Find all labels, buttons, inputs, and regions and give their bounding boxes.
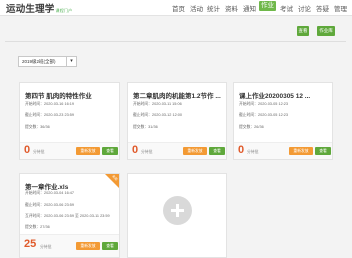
submission-count: 提交数：31/36 — [133, 125, 158, 129]
homework-card[interactable]: 课上作业20200305 12 ... 开始时间：2020-03-05 12:2… — [233, 82, 333, 160]
start-time: 开始时间：2020-03-05 12:23 — [239, 102, 288, 106]
logo-main-text: 运动生理学 — [6, 4, 55, 15]
nav-activity[interactable]: 活动 — [190, 3, 203, 13]
chevron-down-icon: ▾ — [66, 57, 76, 66]
reissue-button[interactable]: 重新发放 — [289, 147, 313, 155]
end-time: 截止时间：2020-03-05 12:23 — [239, 113, 288, 117]
peer-review-time: 互评时间：2020-03-06 23:59 至 2020-03-11 23:59 — [25, 214, 110, 218]
plus-icon[interactable] — [163, 196, 192, 225]
course-logo[interactable]: 运动生理学课程门户 — [6, 1, 72, 15]
add-homework-card[interactable] — [127, 173, 227, 258]
end-time: 截止时间：2020-03-23 23:59 — [25, 113, 74, 117]
homework-card[interactable]: 未批 第一章作业.xls 开始时间：2020-03-04 16:47 截止时间：… — [19, 173, 120, 258]
pending-label: 分待批 — [141, 150, 153, 154]
divider — [5, 41, 346, 42]
homework-card[interactable]: 第二章肌肉的机能第1.2节作 ... 开始时间：2020-03-11 15:06… — [127, 82, 227, 160]
view-button[interactable]: 查看 — [297, 26, 309, 36]
pending-label: 分待批 — [33, 150, 45, 154]
submission-count: 提交数：36/36 — [25, 125, 50, 129]
pending-label: 分待批 — [247, 150, 259, 154]
reissue-button[interactable]: 重新发放 — [76, 147, 100, 155]
view-homework-button[interactable]: 查看 — [102, 147, 118, 155]
submission-count: 提交数：27/36 — [25, 225, 50, 229]
card-footer: 0 分待批 重新发放 查看 — [234, 142, 332, 159]
pending-count: 0 — [132, 144, 139, 156]
pending-count: 25 — [24, 238, 37, 250]
view-homework-button[interactable]: 查看 — [209, 147, 225, 155]
reissue-button[interactable]: 重新发放 — [76, 242, 100, 250]
homework-card[interactable]: 第四节 肌肉的特性作业 开始时间：2020-03-16 16:19 截止时间：2… — [19, 82, 120, 160]
nav-manage[interactable]: 管理 — [334, 3, 347, 13]
homework-title[interactable]: 课上作业20200305 12 ... — [239, 90, 310, 100]
class-select-value: 2019级2班(全部) — [22, 59, 56, 64]
plus-icon-vertical — [176, 204, 179, 217]
pending-count: 0 — [24, 144, 31, 156]
homework-title[interactable]: 第一章作业.xls — [25, 181, 68, 191]
pending-count: 0 — [238, 144, 245, 156]
start-time: 开始时间：2020-03-11 15:06 — [133, 102, 182, 106]
card-footer: 0 分待批 重新发放 查看 — [128, 142, 226, 159]
nav-resources[interactable]: 资料 — [225, 3, 238, 13]
end-time: 截止时间：2020-03-12 12:00 — [133, 113, 182, 117]
end-time: 截止时间：2020-03-06 23:59 — [25, 203, 74, 207]
nav-exam[interactable]: 考试 — [280, 3, 293, 13]
logo-sub-text: 课程门户 — [55, 8, 73, 13]
class-select[interactable]: 2019级2班(全部) ▾ — [18, 56, 77, 67]
nav-statistics[interactable]: 统计 — [207, 3, 220, 13]
homework-title[interactable]: 第二章肌肉的机能第1.2节作 ... — [133, 90, 221, 100]
top-bar: 运动生理学课程门户 首页 活动 统计 资料 通知 作业 考试 讨论 答疑 管理 — [0, 0, 352, 16]
view-homework-button[interactable]: 查看 — [102, 242, 118, 250]
nav-notices[interactable]: 通知 — [243, 3, 256, 13]
nav-qa[interactable]: 答疑 — [316, 3, 329, 13]
nav-discussion[interactable]: 讨论 — [298, 3, 311, 13]
homework-title[interactable]: 第四节 肌肉的特性作业 — [25, 90, 92, 100]
reissue-button[interactable]: 重新发放 — [183, 147, 207, 155]
start-time: 开始时间：2020-03-04 16:47 — [25, 191, 74, 195]
view-homework-button[interactable]: 查看 — [315, 147, 331, 155]
card-footer: 25 分待批 重新发放 查看 — [20, 234, 119, 257]
submission-count: 提交数：26/36 — [239, 125, 264, 129]
start-time: 开始时间：2020-03-16 16:19 — [25, 102, 74, 106]
pending-label: 分待批 — [40, 245, 52, 249]
nav-home[interactable]: 首页 — [172, 3, 185, 13]
card-footer: 0 分待批 重新发放 查看 — [20, 142, 119, 159]
nav-homework[interactable]: 作业 — [259, 1, 276, 11]
homework-library-button[interactable]: 作业库 — [317, 26, 335, 36]
